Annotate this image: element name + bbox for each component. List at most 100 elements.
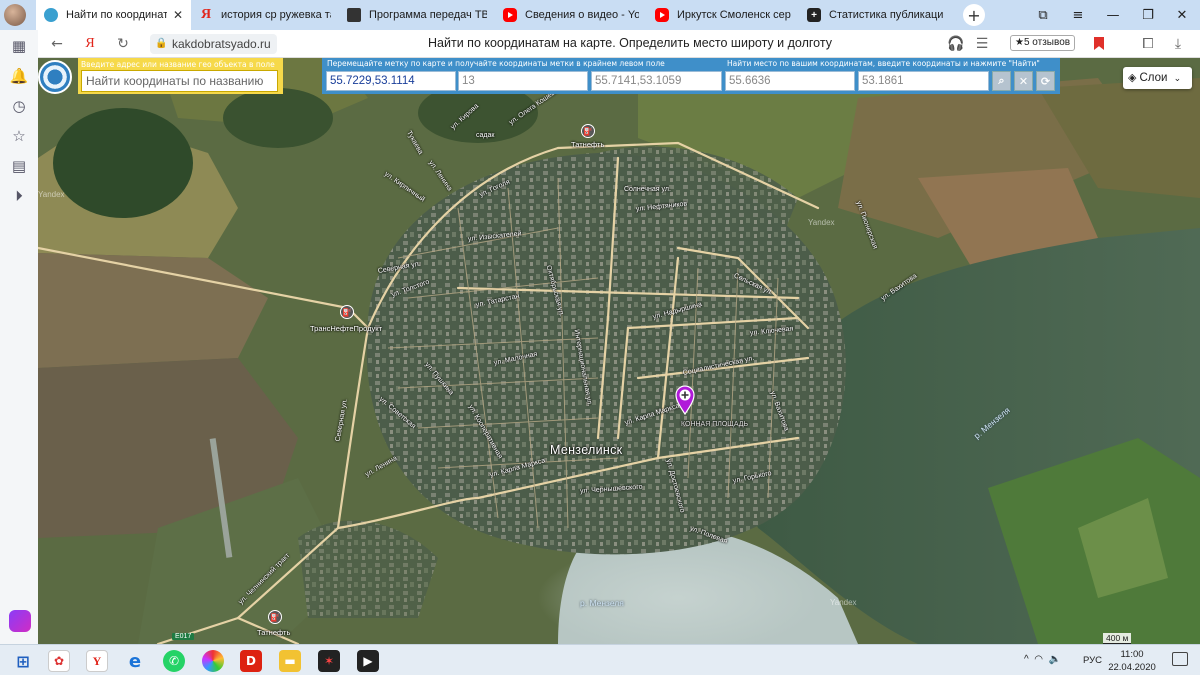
minimize-icon[interactable]: —: [1095, 0, 1131, 30]
language-indicator[interactable]: РУС: [1083, 655, 1102, 666]
headphones-icon[interactable]: 🎧: [946, 34, 966, 54]
yandex-icon[interactable]: Я: [80, 34, 100, 54]
fuel-station-icon[interactable]: ⛽: [581, 124, 595, 138]
poi-label: ТрансНефтеПродукт: [310, 324, 383, 333]
tab-label: Сведения о видео - YouT: [525, 9, 639, 21]
url-field[interactable]: kakdobratsyado.ru: [150, 34, 277, 54]
profile-avatar[interactable]: [0, 0, 30, 30]
tab-label: Найти по координатам: [66, 9, 167, 21]
browser-sidebar: ▦ 🔔 ◷ ☆ ▤ ⏵: [0, 30, 38, 644]
tab-label: Статистика публикаций |: [829, 9, 943, 21]
tab-stats[interactable]: + Статистика публикаций |: [799, 0, 951, 30]
extensions-icon[interactable]: ⧠: [1138, 34, 1158, 54]
tab-youtube-series[interactable]: Иркутск Смоленск серия: [647, 0, 799, 30]
reload-icon[interactable]: ↻: [113, 34, 133, 54]
reviews-badge[interactable]: ★5 отзывов: [1010, 35, 1076, 51]
fuel-station-icon[interactable]: ⛽: [340, 305, 354, 319]
watermark: Yandex: [38, 190, 65, 199]
satellite-map[interactable]: Yandex Yandex Yandex: [38, 58, 1200, 644]
tab-label: Программа передач ТВ –: [369, 9, 487, 21]
street-label: садак: [476, 132, 495, 139]
download-icon[interactable]: ⤓: [1168, 34, 1188, 54]
whatsapp-icon[interactable]: ✆: [163, 650, 185, 672]
bell-icon[interactable]: 🔔: [9, 66, 29, 86]
tab-tv[interactable]: Программа передач ТВ –: [339, 0, 495, 30]
yandex-icon: Я: [200, 7, 212, 22]
corner-coords-field[interactable]: 55.7141,53.1059: [591, 71, 722, 91]
file-explorer-icon[interactable]: ▬: [279, 650, 301, 672]
window-close-icon[interactable]: ✕: [1164, 0, 1200, 30]
zoom-field[interactable]: 13: [458, 71, 588, 91]
system-tray[interactable]: ^ ◠ 🔈: [1024, 654, 1061, 665]
tab-coordinates[interactable]: Найти по координатам ✕: [36, 0, 191, 30]
browser-window: Найти по координатам ✕ Я история ср руже…: [0, 0, 1200, 675]
watermark: Yandex: [830, 598, 857, 607]
time: 11:00: [1120, 649, 1144, 660]
find-button[interactable]: ⌕: [992, 71, 1011, 91]
notes-icon[interactable]: ▤: [9, 156, 29, 176]
search-icon: ⌕: [998, 74, 1005, 87]
game-app-icon[interactable]: ✶: [318, 650, 340, 672]
longitude-input[interactable]: 53.1861: [858, 71, 989, 91]
media-player-icon[interactable]: ▶: [357, 650, 379, 672]
close-icon[interactable]: ✕: [173, 8, 183, 22]
apps-grid-icon[interactable]: ▦: [9, 36, 29, 56]
chevron-up-icon: ^: [1024, 654, 1029, 665]
fuel-station-icon[interactable]: ⛽: [268, 610, 282, 624]
youtube-icon: [655, 8, 669, 22]
edge-icon[interactable]: e: [124, 650, 146, 672]
notifications-icon[interactable]: [1172, 652, 1188, 666]
chevron-down-icon: ⌄: [1173, 73, 1182, 83]
pin-icon: [675, 385, 695, 416]
close-icon: ✕: [1018, 74, 1029, 88]
road-shield: E017: [172, 633, 195, 640]
restore-icon[interactable]: ❐: [1130, 0, 1166, 30]
globe-icon: [44, 8, 58, 22]
tab-label: история ср ружевка тата: [221, 9, 331, 21]
refresh-button[interactable]: ⟳: [1036, 71, 1055, 91]
move-marker-hint: Перемещайте метку по карте и получайте к…: [327, 59, 665, 68]
wifi-icon: ◠: [1034, 654, 1043, 665]
address-bar: ← Я ↻ kakdobratsyado.ru Найти по координ…: [0, 30, 1200, 58]
clear-button[interactable]: ✕: [1014, 71, 1033, 91]
bookmark-icon[interactable]: [1094, 37, 1104, 50]
reader-mode-icon[interactable]: ☰: [972, 34, 992, 54]
site-logo[interactable]: [38, 60, 72, 94]
refresh-icon: ⟳: [1040, 74, 1051, 88]
tab-youtube-info[interactable]: Сведения о видео - YouT: [495, 0, 647, 30]
search-hint: Введите адрес или название гео объекта в…: [81, 60, 275, 69]
plus-icon: +: [807, 8, 821, 22]
layers-icon: ◈: [1128, 72, 1137, 84]
yandex-browser-icon[interactable]: Y: [86, 650, 108, 672]
river-label: р. Мензеля: [580, 598, 624, 608]
tabs-overview-icon[interactable]: ⧉: [1025, 0, 1061, 30]
new-tab-button[interactable]: +: [963, 4, 985, 26]
tab-history[interactable]: Я история ср ружевка тата: [191, 0, 339, 30]
clock[interactable]: 11:00 22.04.2020: [1108, 648, 1156, 674]
paint-app-icon[interactable]: ✿: [48, 650, 70, 672]
back-arrow-icon[interactable]: ←: [47, 34, 67, 54]
photos-icon[interactable]: [202, 650, 224, 672]
map-marker-pin[interactable]: [675, 385, 695, 416]
menu-icon[interactable]: ≡: [1060, 0, 1096, 30]
alice-assistant-icon[interactable]: [9, 610, 31, 632]
latitude-input[interactable]: 55.6636: [725, 71, 855, 91]
volume-icon: 🔈: [1048, 654, 1062, 665]
layers-label: Слои: [1139, 72, 1168, 84]
poi-label: Татнефть: [257, 628, 291, 637]
history-clock-icon[interactable]: ◷: [9, 96, 29, 116]
poi-label: Татнефть: [571, 140, 605, 149]
play-circle-icon[interactable]: ⏵: [9, 186, 29, 206]
tab-bar: Найти по координатам ✕ Я история ср руже…: [0, 0, 1200, 30]
windows-start-icon[interactable]: ⊞: [12, 650, 34, 672]
taskbar: ⊞ ✿ Y e ✆ D ▬ ✶ ▶ ^ ◠ 🔈 РУС 11:00 22.04.…: [0, 644, 1200, 675]
city-label: Мензелинск: [550, 443, 623, 457]
street-label: Солнечная ул.: [624, 186, 671, 193]
video-editor-icon[interactable]: D: [240, 650, 262, 672]
place-search-input[interactable]: [81, 70, 278, 92]
star-icon[interactable]: ☆: [9, 126, 29, 146]
watermark: Yandex: [808, 218, 835, 227]
coordinates-panel: Перемещайте метку по карте и получайте к…: [322, 58, 1060, 94]
layers-button[interactable]: ◈ Слои ⌄: [1123, 67, 1192, 89]
marker-coords-field[interactable]: 55.7229,53.1114: [326, 71, 456, 91]
